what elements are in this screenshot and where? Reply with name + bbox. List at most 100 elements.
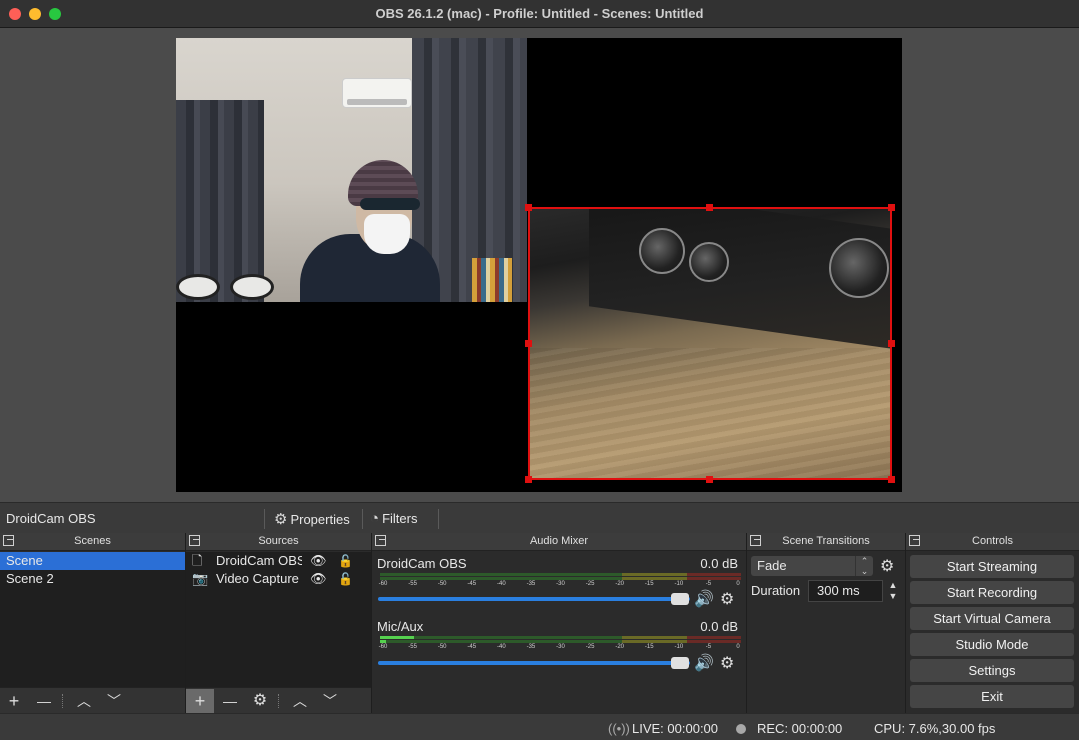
channel-name: Mic/Aux [377, 619, 424, 634]
preview-area[interactable] [0, 28, 1079, 502]
meter-tick-label: -30 [556, 581, 565, 587]
webcam-source-image[interactable] [176, 38, 527, 302]
scenes-dock: Scenes Scene Scene 2 + — ︿ ﹀ [0, 533, 185, 713]
sources-dock-title: Sources [258, 535, 299, 547]
remove-scene-button[interactable]: — [30, 689, 58, 713]
audio-mixer-title: Audio Mixer [529, 535, 589, 547]
meter-ticks: -60 -55 -50 -45 -40 -35 -30 -25 -20 -15 -10 -5 0 [378, 581, 741, 590]
move-source-down-button[interactable]: ﹀ [316, 689, 344, 713]
title-bar: OBS 26.1.2 (mac) - Profile: Untitled - S… [0, 0, 1079, 28]
meter-tick-label: -15 [644, 644, 654, 650]
channel-name: DroidCam OBS [377, 556, 467, 571]
meter-tick-label: -50 [437, 644, 447, 650]
meter-tick-label: -40 [496, 644, 506, 650]
transition-select[interactable]: Fade ⌃ ⌄ [751, 556, 873, 576]
meter-tick-label: -25 [585, 581, 595, 587]
unlock-icon[interactable]: 🔓 [338, 552, 353, 570]
duration-input[interactable]: 300 ms [808, 580, 883, 602]
volume-slider[interactable] [378, 661, 690, 665]
resize-handle[interactable] [706, 204, 713, 211]
camera-icon: 📷 [192, 571, 209, 586]
meter-tick-label: 0 [736, 644, 740, 650]
source-context-bar: DroidCam OBS ⚙ Properties ◔ Filters [0, 502, 1079, 533]
gear-icon[interactable]: ⚙ [720, 589, 734, 609]
scene-item[interactable]: Scene 2 [0, 570, 185, 588]
controls-dock: Controls Start Streaming Start Recording… [906, 533, 1079, 713]
resize-handle[interactable] [706, 476, 713, 483]
source-item[interactable]: 📷 Video Capture Device 👁 🔓 [186, 570, 371, 588]
move-source-up-button[interactable]: ︿ [286, 689, 314, 713]
air-conditioner [342, 78, 412, 108]
meter-tick-label: -20 [615, 581, 624, 587]
transition-settings-gear-icon[interactable]: ⚙ [880, 556, 894, 576]
duration-stepper[interactable]: ▲ ▼ [886, 580, 900, 602]
record-dot-icon [736, 724, 746, 734]
meter-tick-label: -5 [705, 581, 712, 587]
preview-canvas[interactable] [176, 38, 902, 492]
source-item[interactable]: 🗋 DroidCam OBS 👁 🔓 [186, 552, 371, 570]
properties-button[interactable]: ⚙ Properties [274, 510, 350, 528]
meter-tick-label: -5 [705, 644, 712, 650]
scene-item[interactable]: Scene [0, 552, 185, 570]
meter-tick-label: -30 [556, 644, 565, 650]
controls-title: Controls [972, 535, 1013, 547]
resize-handle[interactable] [888, 340, 895, 347]
move-scene-down-button[interactable]: ﹀ [100, 689, 128, 713]
speaker-icon[interactable]: 🔊 [694, 653, 714, 673]
speaker-icon[interactable]: 🔊 [694, 589, 714, 609]
audio-mixer-dock: Audio Mixer DroidCam OBS 0.0 dB -60 -55 -5… [372, 533, 746, 713]
studio-mode-button[interactable]: Studio Mode [910, 633, 1074, 656]
add-source-button[interactable]: + [186, 689, 214, 713]
resize-handle[interactable] [888, 476, 895, 483]
resize-handle[interactable] [525, 340, 532, 347]
scene-transitions-dock: Scene Transitions Fade ⌃ ⌄ ⚙ Duration 300… [747, 533, 905, 713]
window-title: OBS 26.1.2 (mac) - Profile: Untitled - S… [375, 6, 704, 21]
visibility-eye-icon[interactable]: 👁 [310, 552, 327, 570]
resize-handle[interactable] [888, 204, 895, 211]
duration-label: Duration [751, 583, 801, 598]
sources-list[interactable]: 🗋 DroidCam OBS 👁 🔓 📷 Video Capture Devic… [186, 552, 371, 687]
mixer-channel: Mic/Aux 0.0 dB -60 -55 -50 -45 -40 -35 -30 -25-… [372, 619, 746, 679]
settings-button[interactable]: Settings [910, 659, 1074, 682]
volume-slider[interactable] [378, 597, 690, 601]
meter-tick-label: -10 [674, 581, 684, 587]
meter-tick-label: -10 [674, 644, 684, 650]
source-properties-gear-icon[interactable]: ⚙ [246, 689, 274, 713]
meter-tick-label: 0 [736, 581, 740, 587]
meter-ticks: -60 -55 -50 -45 -40 -35 -30 -25 -20 -15 -10 -5 0 [379, 644, 741, 653]
add-scene-button[interactable]: + [0, 689, 28, 713]
meter-tick-label: -15 [644, 581, 654, 587]
volume-slider-knob[interactable] [671, 657, 689, 669]
move-scene-up-button[interactable]: ︿ [70, 689, 98, 713]
scenes-list[interactable]: Scene Scene 2 [0, 552, 185, 687]
file-icon: 🗋 [192, 553, 203, 568]
volume-meter [380, 636, 741, 639]
channel-db: 0.0 dB [700, 556, 738, 571]
resize-handle[interactable] [525, 204, 532, 211]
meter-tick-label: -40 [496, 581, 506, 587]
remove-source-button[interactable]: — [216, 689, 244, 713]
filters-icon: ◔ [370, 510, 380, 527]
scenes-dock-title: Scenes [74, 535, 111, 547]
channel-db: 0.0 dB [700, 619, 738, 634]
volume-meter [380, 640, 741, 643]
status-bar: ((•)) LIVE: 00:00:00 REC: 00:00:00 CPU: … [0, 713, 1079, 740]
sources-dock: Sources 🗋 DroidCam OBS 👁 🔓 📷 Video Captu… [186, 533, 371, 713]
meter-tick-label: -60 [378, 581, 388, 587]
live-status: LIVE: 00:00:00 [632, 721, 719, 736]
meter-tick-label: -55 [408, 644, 417, 650]
filters-button[interactable]: ◔ Filters [370, 510, 417, 527]
meter-tick-label: -45 [467, 644, 477, 650]
visibility-eye-icon[interactable]: 👁 [310, 570, 327, 588]
selection-bounding-box[interactable] [528, 207, 892, 480]
start-virtual-camera-button[interactable]: Start Virtual Camera [910, 607, 1074, 630]
start-recording-button[interactable]: Start Recording [910, 581, 1074, 604]
start-streaming-button[interactable]: Start Streaming [910, 555, 1074, 578]
resize-handle[interactable] [525, 476, 532, 483]
gear-icon: ⚙ [274, 511, 288, 528]
exit-button[interactable]: Exit [910, 685, 1074, 708]
unlock-icon[interactable]: 🔓 [338, 570, 353, 588]
gear-icon[interactable]: ⚙ [720, 653, 734, 673]
meter-tick-label: -50 [437, 581, 447, 587]
volume-slider-knob[interactable] [671, 593, 689, 605]
